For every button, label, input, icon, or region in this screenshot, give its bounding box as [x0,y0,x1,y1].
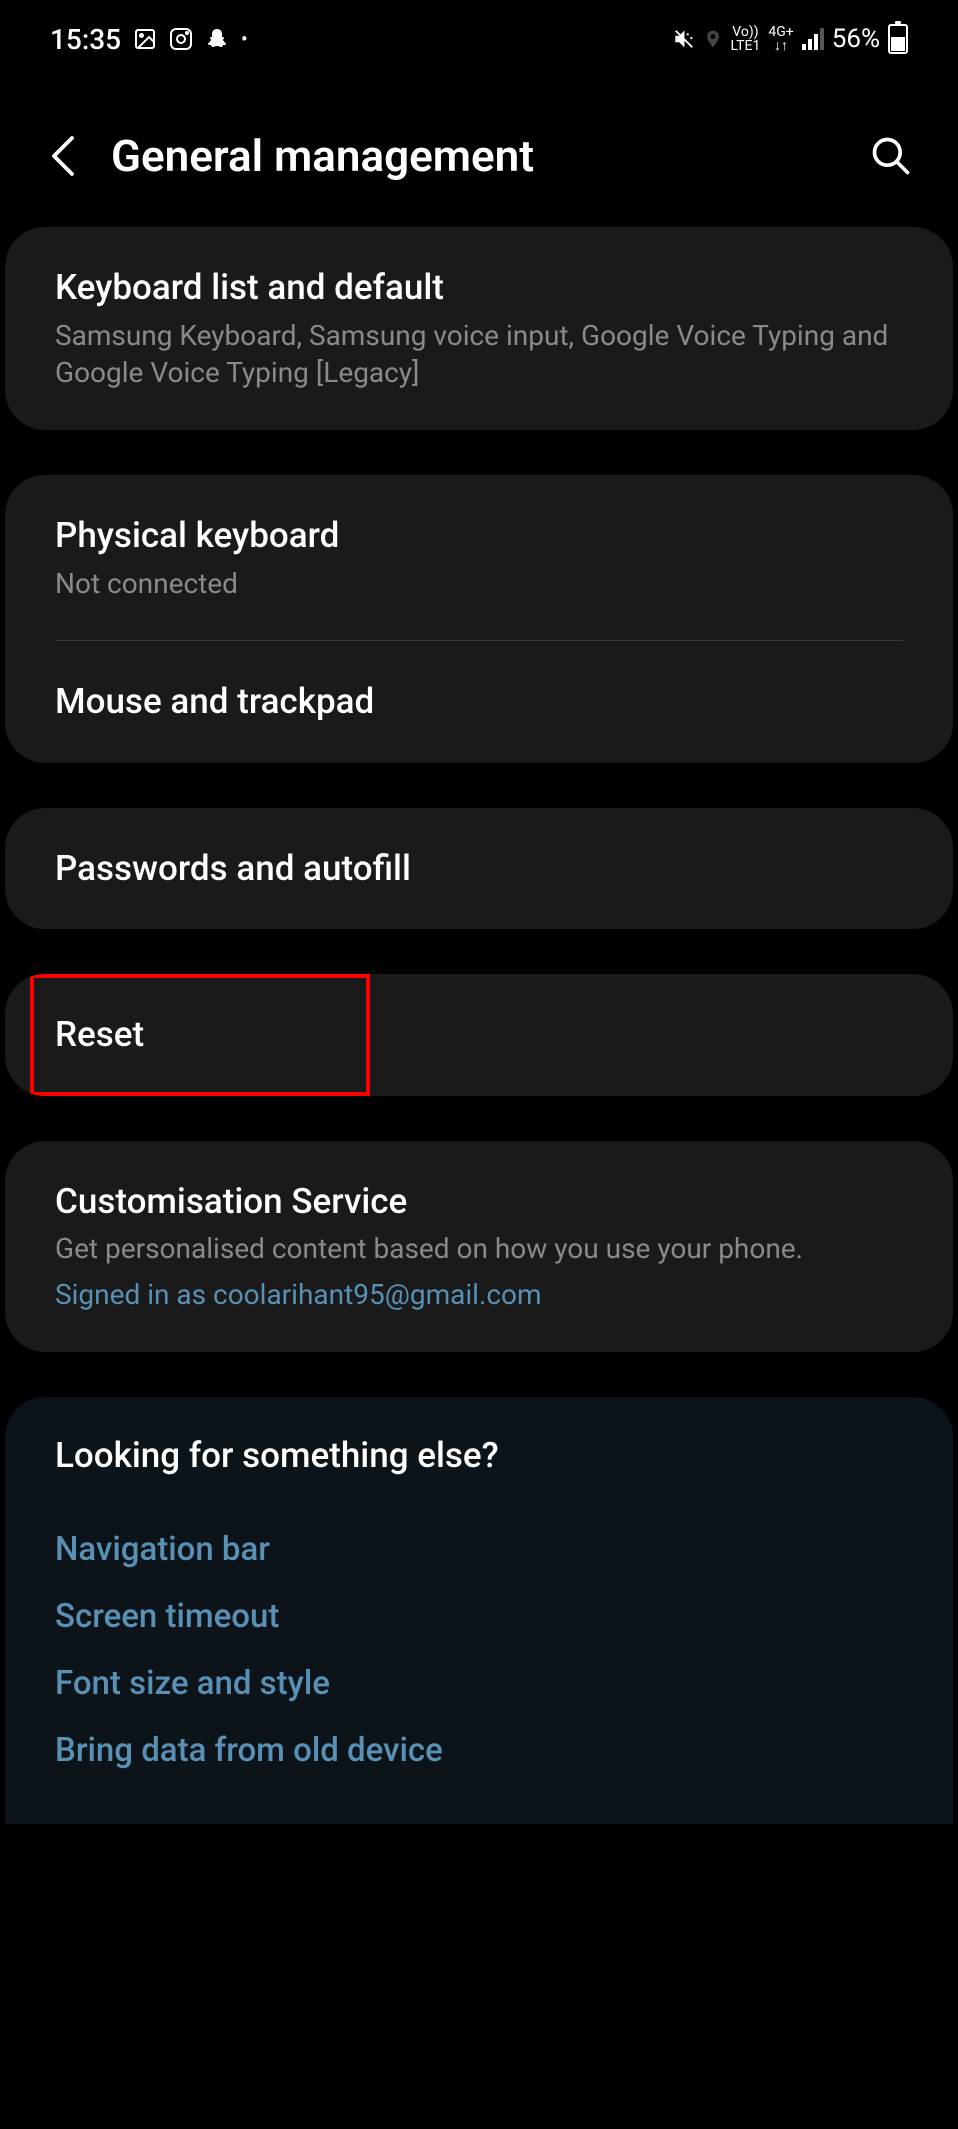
section-title: Looking for something else? [55,1435,903,1476]
volte-indicator: Vo)) LTE1 [731,25,761,53]
signal-icon [802,28,824,50]
item-subtitle: Not connected [55,565,903,603]
card-customisation: Customisation Service Get personalised c… [5,1141,953,1352]
mute-icon [673,28,695,50]
item-signed-in: Signed in as coolarihant95@gmail.com [55,1276,903,1314]
item-customisation-service[interactable]: Customisation Service Get personalised c… [5,1141,953,1352]
search-button[interactable] [869,134,913,178]
item-passwords-autofill[interactable]: Passwords and autofill [5,808,953,930]
status-time: 15:35 [50,23,121,56]
dot-icon: • [241,27,248,51]
page-header: General management [0,70,958,227]
item-title: Physical keyboard [55,513,903,559]
card-passwords: Passwords and autofill [5,808,953,930]
item-subtitle: Samsung Keyboard, Samsung voice input, G… [55,317,903,393]
instagram-icon [169,27,193,51]
item-title: Mouse and trackpad [55,679,903,725]
item-title: Reset [55,1012,903,1058]
status-bar-left: 15:35 • [50,23,248,56]
item-title: Keyboard list and default [55,265,903,311]
link-navigation-bar[interactable]: Navigation bar [55,1516,903,1583]
status-bar-right: Vo)) LTE1 4G+ ↓↑ 56% [673,24,908,54]
card-looking-for: Looking for something else? Navigation b… [5,1397,953,1824]
battery-icon [888,24,908,54]
status-bar: 15:35 • Vo)) LTE1 4G+ ↓↑ 56% [0,0,958,70]
network-indicator: 4G+ ↓↑ [768,25,793,53]
card-reset: Reset [5,974,953,1096]
item-mouse-trackpad[interactable]: Mouse and trackpad [5,641,953,763]
snapchat-icon [205,27,229,51]
item-subtitle: Get personalised content based on how yo… [55,1230,903,1268]
location-icon [703,29,723,49]
link-font-size-style[interactable]: Font size and style [55,1650,903,1717]
link-screen-timeout[interactable]: Screen timeout [55,1583,903,1650]
item-reset[interactable]: Reset [5,974,953,1096]
card-input-devices: Physical keyboard Not connected Mouse an… [5,475,953,763]
item-physical-keyboard[interactable]: Physical keyboard Not connected [5,475,953,640]
battery-percentage: 56% [832,24,880,54]
link-bring-data[interactable]: Bring data from old device [55,1717,903,1784]
item-keyboard-list[interactable]: Keyboard list and default Samsung Keyboa… [5,227,953,430]
image-icon [133,27,157,51]
item-title: Passwords and autofill [55,846,903,892]
item-title: Customisation Service [55,1179,903,1225]
page-title: General management [111,130,839,182]
back-button[interactable] [45,132,81,180]
card-keyboard-list: Keyboard list and default Samsung Keyboa… [5,227,953,430]
